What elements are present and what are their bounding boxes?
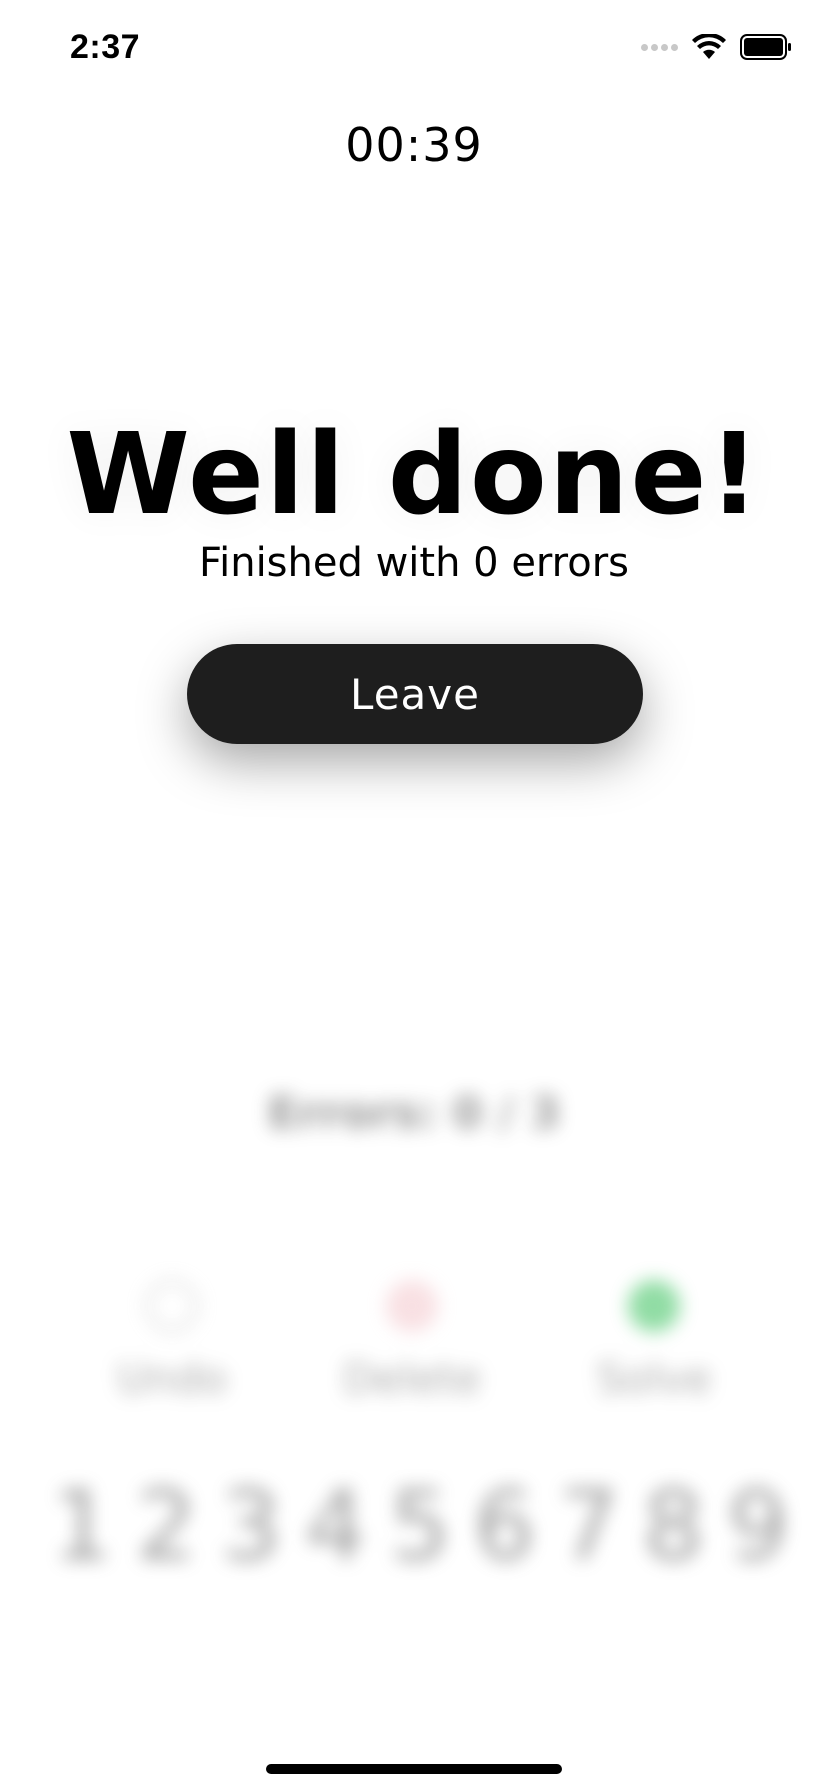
number-key-1[interactable]: 1: [40, 1470, 124, 1582]
delete-icon: [386, 1280, 438, 1332]
errors-counter: Errors: 0 / 3: [267, 1088, 561, 1139]
number-key-9[interactable]: 9: [716, 1470, 800, 1582]
delete-button[interactable]: Delete: [322, 1280, 502, 1403]
undo-button[interactable]: Undo: [82, 1280, 262, 1403]
delete-label: Delete: [343, 1354, 481, 1403]
number-key-8[interactable]: 8: [632, 1470, 716, 1582]
solve-label: Solve: [596, 1354, 712, 1403]
undo-label: Undo: [117, 1354, 227, 1403]
game-controls: Undo Delete Solve: [0, 1280, 828, 1420]
completion-title: Well done!: [66, 410, 762, 540]
blurred-game-board: Errors: 0 / 3 Undo Delete Solve 1 2 3 4 …: [0, 0, 828, 1792]
leave-button[interactable]: Leave: [187, 644, 643, 744]
number-key-3[interactable]: 3: [209, 1470, 293, 1582]
home-indicator[interactable]: [266, 1764, 562, 1774]
solve-button[interactable]: Solve: [564, 1280, 744, 1403]
completion-subtitle: Finished with 0 errors: [199, 540, 629, 586]
undo-icon: [146, 1280, 198, 1332]
number-key-2[interactable]: 2: [125, 1470, 209, 1582]
number-key-4[interactable]: 4: [294, 1470, 378, 1582]
number-key-5[interactable]: 5: [378, 1470, 462, 1582]
number-pad: 1 2 3 4 5 6 7 8 9: [40, 1470, 800, 1582]
number-key-6[interactable]: 6: [463, 1470, 547, 1582]
solve-icon: [628, 1280, 680, 1332]
number-key-7[interactable]: 7: [547, 1470, 631, 1582]
